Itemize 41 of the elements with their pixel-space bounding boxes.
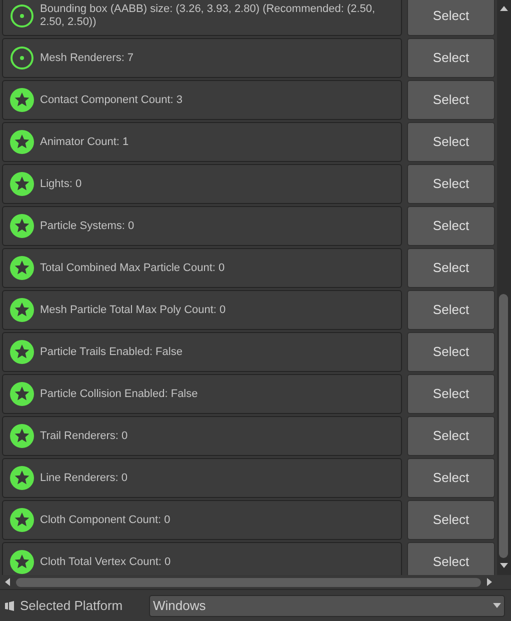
check-label: Particle Trails Enabled: False: [40, 346, 182, 358]
check-label: Animator Count: 1: [40, 136, 129, 148]
select-button[interactable]: Select: [407, 206, 495, 246]
scroll-up-icon[interactable]: [500, 6, 508, 11]
select-button[interactable]: Select: [407, 164, 495, 204]
check-label: Cloth Component Count: 0: [40, 514, 170, 526]
select-button[interactable]: Select: [407, 38, 495, 78]
select-button[interactable]: Select: [407, 332, 495, 372]
ring-icon: [10, 4, 34, 28]
select-button[interactable]: Select: [407, 80, 495, 120]
select-button[interactable]: Select: [407, 122, 495, 162]
platform-icon: [5, 600, 14, 610]
select-button[interactable]: Select: [407, 458, 495, 498]
check-label: Mesh Particle Total Max Poly Count: 0: [40, 304, 226, 316]
check-label: Lights: 0: [40, 178, 82, 190]
select-button[interactable]: Select: [407, 542, 495, 575]
check-label: Particle Systems: 0: [40, 220, 134, 232]
select-button[interactable]: Select: [407, 248, 495, 288]
caret-icon: [493, 603, 501, 608]
select-button[interactable]: Select: [407, 374, 495, 414]
select-button[interactable]: Select: [407, 290, 495, 330]
scroll-left-icon[interactable]: [5, 578, 10, 586]
check-label: Line Renderers: 0: [40, 472, 128, 484]
check-label: Cloth Total Vertex Count: 0: [40, 556, 171, 568]
select-button[interactable]: Select: [407, 500, 495, 540]
check-label: Contact Component Count: 3: [40, 94, 182, 106]
vertical-scrollbar[interactable]: [497, 0, 511, 575]
scroll-down-icon[interactable]: [500, 563, 508, 568]
check-label: Trail Renderers: 0: [40, 430, 128, 442]
check-label: Particle Collision Enabled: False: [40, 388, 198, 400]
scrollbar-thumb[interactable]: [499, 294, 508, 558]
check-label: Mesh Renderers: 7: [40, 52, 134, 64]
select-button[interactable]: Select: [407, 416, 495, 456]
platform-dropdown[interactable]: Windows: [149, 594, 505, 616]
scroll-right-icon[interactable]: [487, 578, 492, 586]
ring-icon: [10, 46, 34, 70]
check-label: Bounding box (AABB) size: (3.26, 3.93, 2.80) (Recommended: (2.50, 2.50, 2.50)): [40, 3, 376, 29]
check-label: Total Combined Max Particle Count: 0: [40, 262, 225, 274]
platform-label: Selected Platform: [20, 596, 124, 615]
select-button[interactable]: Select: [407, 0, 495, 36]
scrollbar-thumb[interactable]: [16, 578, 481, 586]
